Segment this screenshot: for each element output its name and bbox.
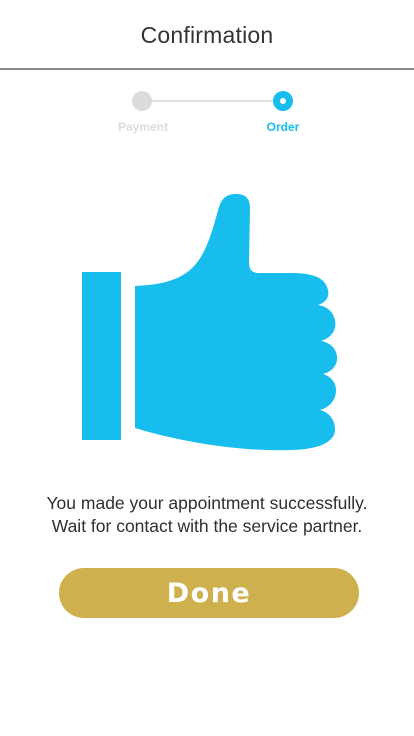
step-label-payment: Payment xyxy=(117,120,169,134)
progress-stepper: Payment Order xyxy=(0,88,414,138)
header-bar: Confirmation xyxy=(0,0,414,70)
thumbs-up-icon xyxy=(82,194,338,451)
step-label-order: Order xyxy=(266,120,300,134)
step-dot-payment xyxy=(132,91,152,111)
step-dot-order xyxy=(273,91,293,111)
confirmation-screen: Confirmation Payment Order You made your… xyxy=(0,0,414,736)
success-message-line-1: You made your appointment successfully. xyxy=(46,493,368,513)
done-button[interactable]: Done xyxy=(59,568,359,618)
success-message: You made your appointment successfully. … xyxy=(0,492,414,538)
success-message-line-2: Wait for contact with the service partne… xyxy=(51,516,363,536)
page-title: Confirmation xyxy=(140,22,274,48)
stepper-connector-line xyxy=(142,100,284,102)
